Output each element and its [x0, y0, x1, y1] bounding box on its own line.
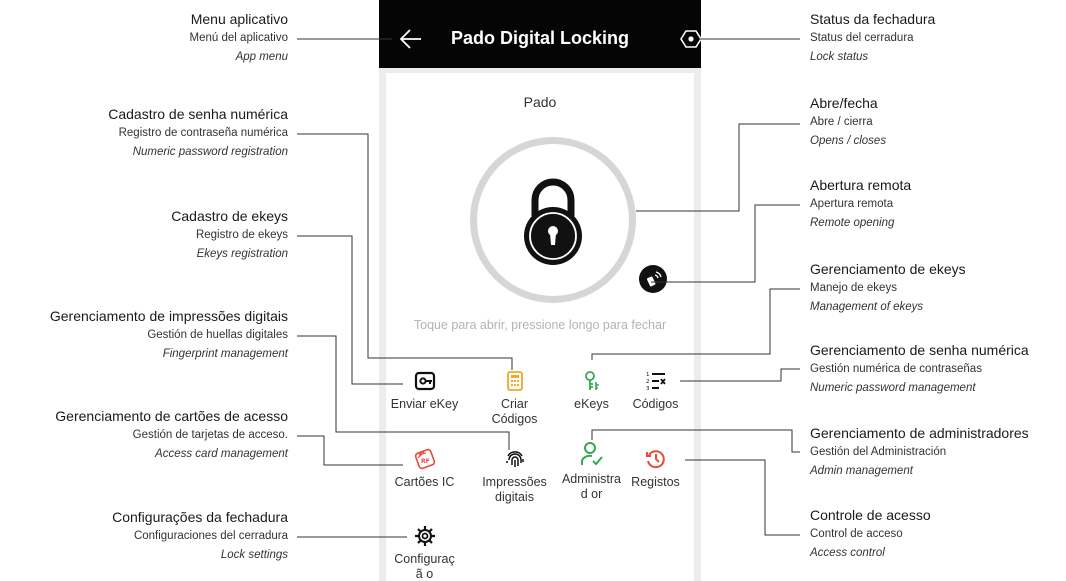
annotation-title: Abertura remota	[810, 177, 912, 193]
lock-toggle-button[interactable]	[469, 136, 637, 304]
annotation-fingerprint-management: Gerenciamento de impressões digitais Ges…	[50, 307, 288, 364]
annotation-spanish: Registro de contraseña numérica	[118, 127, 288, 139]
annotation-spanish: Gestión numérica de contraseñas	[810, 363, 982, 375]
annotation-ekeys-management: Gerenciamento de ekeys Manejo de ekeys M…	[810, 260, 966, 317]
feature-grid: Enviar eKey Criar Códigos eKeys 123 Códi…	[386, 353, 694, 581]
history-clock-icon	[645, 450, 665, 469]
annotation-app-menu: Menu aplicativo Menú del aplicativo App …	[190, 10, 288, 67]
annotation-spanish: Gestión de tarjetas de acceso.	[132, 429, 288, 441]
grid-item-settings[interactable]: Configuraçã o	[386, 525, 463, 581]
annotation-numeric-password-registration: Cadastro de senha numérica Registro de c…	[108, 105, 288, 162]
annotation-english: Management of ekeys	[810, 301, 924, 313]
gear-icon	[414, 526, 435, 546]
annotation-title: Gerenciamento de administradores	[810, 425, 1029, 441]
annotation-english: Fingerprint management	[162, 348, 288, 360]
app-title: Pado Digital Locking	[450, 28, 629, 48]
annotation-english: Admin management	[810, 465, 913, 477]
annotation-numeric-password-management: Gerenciamento de senha numérica Gestión …	[810, 341, 1029, 398]
annotation-title: Status da fechadura	[810, 11, 936, 27]
annotation-spanish: Menú del aplicativo	[189, 32, 288, 44]
annotation-title: Gerenciamento de impressões digitais	[49, 308, 288, 324]
annotation-title: Cadastro de ekeys	[171, 208, 288, 224]
annotation-english: Remote opening	[810, 217, 895, 229]
annotation-admin-management: Gerenciamento de administradores Gestión…	[810, 424, 1029, 481]
annotation-title: Gerenciamento de ekeys	[810, 261, 966, 277]
annotation-spanish: Abre / cierra	[810, 116, 873, 128]
callout-line-access-control	[685, 459, 800, 536]
annotation-title: Controle de acesso	[810, 507, 931, 523]
grid-item-codes[interactable]: 123 Códigos	[617, 370, 694, 412]
annotation-lock-status: Status da fechadura Status del cerradura…	[810, 10, 935, 67]
app-bar: Pado Digital Locking	[379, 0, 701, 68]
annotation-remote-opening: Abertura remota Apertura remota Remote o…	[810, 176, 911, 233]
annotation-english: Numeric password registration	[132, 146, 288, 158]
annotation-english: Lock status	[810, 51, 869, 63]
annotation-title: Cadastro de senha numérica	[108, 106, 288, 122]
fingerprint-icon	[505, 451, 524, 467]
unlock-hint: Toque para abrir, pressione longo para f…	[413, 318, 667, 332]
calculator-icon	[506, 371, 523, 391]
grid-item-label: Cartões IC	[394, 475, 455, 489]
annotation-spanish: Configuraciones del cerradura	[133, 530, 288, 542]
svg-text:3: 3	[646, 386, 650, 392]
annotation-english: App menu	[235, 51, 288, 63]
lock-status-icon[interactable]	[680, 28, 701, 50]
remote-open-button[interactable]	[639, 265, 667, 293]
annotation-title: Menu aplicativo	[190, 11, 288, 27]
grid-item-fingerprints[interactable]: Impressões digitais	[476, 448, 553, 505]
svg-text:1: 1	[646, 372, 650, 378]
lock-card: Pado Toque para abrir, pressione longo p…	[386, 73, 694, 353]
annotation-ekeys-registration: Cadastro de ekeys Registro de ekeys Ekey…	[171, 207, 288, 264]
annotation-open-close: Abre/fecha Abre / cierra Opens / closes	[810, 94, 886, 151]
svg-text:2: 2	[646, 379, 650, 385]
grid-item-send-ekey[interactable]: Enviar eKey	[386, 370, 463, 412]
send-ekey-icon	[414, 371, 435, 391]
annotation-access-card-management: Gerenciamento de cartões de acesso Gesti…	[55, 407, 288, 464]
annotation-english: Access control	[810, 547, 885, 559]
rf-card-icon: RF	[414, 448, 435, 470]
annotation-english: Opens / closes	[810, 135, 887, 147]
annotation-lock-settings: Configurações da fechadura Configuracion…	[112, 508, 288, 565]
annotation-spanish: Control de acceso	[810, 528, 903, 540]
annotation-spanish: Gestión de huellas digitales	[147, 329, 288, 341]
grid-item-label: Impressões digitais	[482, 475, 547, 504]
device-name: Pado	[523, 94, 557, 110]
annotation-spanish: Registro de ekeys	[195, 229, 288, 241]
annotation-title: Configurações da fechadura	[112, 509, 288, 525]
annotation-spanish: Apertura remota	[810, 198, 894, 210]
annotation-spanish: Status del cerradura	[810, 32, 914, 44]
ekeys-icon	[584, 371, 599, 390]
annotation-english: Access card management	[155, 448, 288, 460]
grid-item-label: Administrad or	[561, 472, 622, 501]
grid-item-label: Códigos	[632, 397, 679, 411]
annotation-english: Numeric password management	[810, 382, 976, 394]
admin-user-icon	[580, 442, 603, 466]
annotation-title: Gerenciamento de cartões de acesso	[55, 408, 288, 424]
phone-screen: Pado Digital Locking Pado Toque para abr…	[379, 0, 701, 581]
annotation-english: Lock settings	[220, 549, 288, 561]
grid-item-label: Enviar eKey	[390, 397, 459, 411]
annotation-english: Ekeys registration	[196, 248, 288, 260]
grid-item-label: Criar Códigos	[491, 397, 538, 426]
grid-item-label: Registos	[631, 475, 680, 489]
numbered-list-icon: 123	[646, 372, 666, 392]
annotation-spanish: Gestión del Administración	[810, 446, 947, 458]
svg-text:RF: RF	[421, 458, 430, 465]
grid-item-logs[interactable]: Registos	[617, 448, 694, 490]
grid-item-label: Configuraçã o	[394, 552, 455, 581]
grid-item-ic-cards[interactable]: RF Cartões IC	[386, 448, 463, 490]
annotation-title: Gerenciamento de senha numérica	[810, 342, 1029, 358]
annotation-title: Abre/fecha	[810, 95, 878, 111]
annotation-spanish: Manejo de ekeys	[810, 282, 897, 294]
annotation-access-control: Controle de acesso Control de acceso Acc…	[810, 506, 931, 563]
grid-item-create-codes[interactable]: Criar Códigos	[476, 370, 553, 427]
